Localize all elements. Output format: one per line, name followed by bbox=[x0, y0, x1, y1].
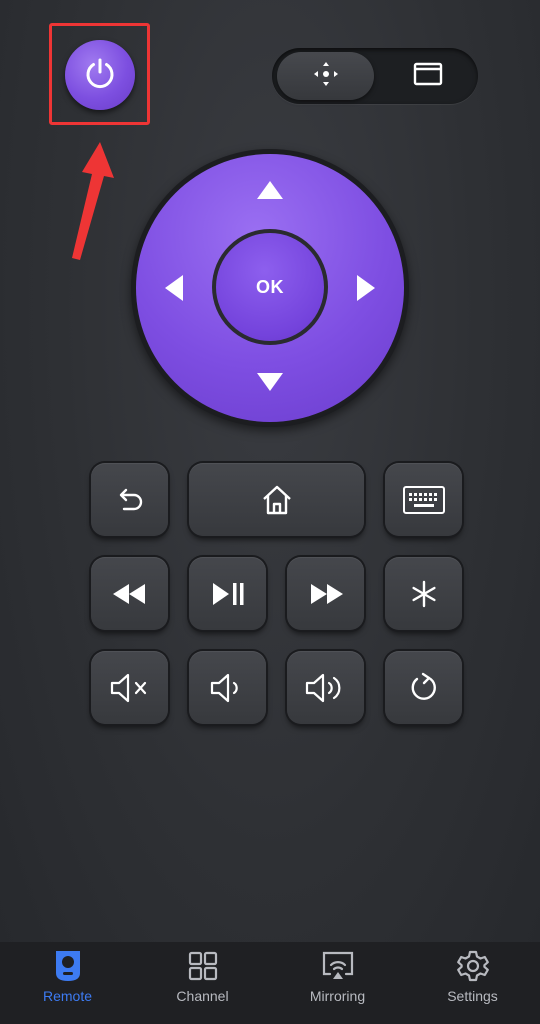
touchpad-mode-button[interactable] bbox=[380, 52, 476, 100]
touchpad-icon bbox=[413, 61, 443, 92]
mute-icon bbox=[110, 673, 146, 702]
nav-mirroring[interactable]: Mirroring bbox=[270, 948, 405, 1018]
nav-channel[interactable]: Channel bbox=[135, 948, 270, 1018]
nav-settings[interactable]: Settings bbox=[405, 948, 540, 1018]
remote-icon bbox=[50, 948, 86, 984]
keyboard-icon bbox=[402, 485, 445, 514]
back-button[interactable] bbox=[91, 463, 168, 536]
options-button[interactable] bbox=[385, 557, 462, 630]
dpad-mode-button[interactable] bbox=[277, 52, 374, 100]
rewind-button[interactable] bbox=[91, 557, 168, 630]
mute-button[interactable] bbox=[91, 651, 168, 724]
dpad-left-button[interactable] bbox=[154, 268, 194, 308]
home-button[interactable] bbox=[189, 463, 364, 536]
gear-icon bbox=[455, 948, 491, 984]
dpad-right-button[interactable] bbox=[346, 268, 386, 308]
play-pause-button[interactable] bbox=[189, 557, 266, 630]
back-icon bbox=[119, 488, 142, 510]
power-icon bbox=[81, 54, 119, 97]
dpad-up-button[interactable] bbox=[250, 170, 290, 210]
nav-label: Remote bbox=[42, 988, 93, 1004]
volume-down-button[interactable] bbox=[189, 651, 266, 724]
arrow-right-icon bbox=[357, 275, 375, 301]
arrow-up-icon bbox=[257, 181, 283, 199]
power-button[interactable] bbox=[65, 40, 135, 110]
annotation-arrow bbox=[72, 142, 114, 260]
asterisk-icon bbox=[411, 580, 436, 607]
rewind-icon bbox=[112, 583, 145, 604]
ok-button[interactable]: OK bbox=[216, 233, 324, 341]
dpad-down-button[interactable] bbox=[250, 362, 290, 402]
dpad-move-icon bbox=[312, 60, 340, 93]
volume-up-icon bbox=[305, 673, 340, 702]
nav-label: Settings bbox=[447, 988, 498, 1004]
mirroring-icon bbox=[320, 948, 356, 984]
volume-up-button[interactable] bbox=[287, 651, 364, 724]
fast-forward-button[interactable] bbox=[287, 557, 364, 630]
play-pause-icon bbox=[212, 582, 243, 605]
grid-icon bbox=[185, 948, 221, 984]
volume-down-icon bbox=[210, 673, 238, 702]
replay-icon bbox=[411, 672, 436, 700]
nav-label: Mirroring bbox=[309, 988, 366, 1004]
replay-button[interactable] bbox=[385, 651, 462, 724]
nav-remote[interactable]: Remote bbox=[0, 948, 135, 1018]
nav-label: Channel bbox=[176, 988, 229, 1004]
arrow-left-icon bbox=[165, 275, 183, 301]
arrow-down-icon bbox=[257, 373, 283, 391]
fast-forward-icon bbox=[310, 583, 343, 604]
home-icon bbox=[262, 485, 291, 514]
keyboard-button[interactable] bbox=[385, 463, 462, 536]
